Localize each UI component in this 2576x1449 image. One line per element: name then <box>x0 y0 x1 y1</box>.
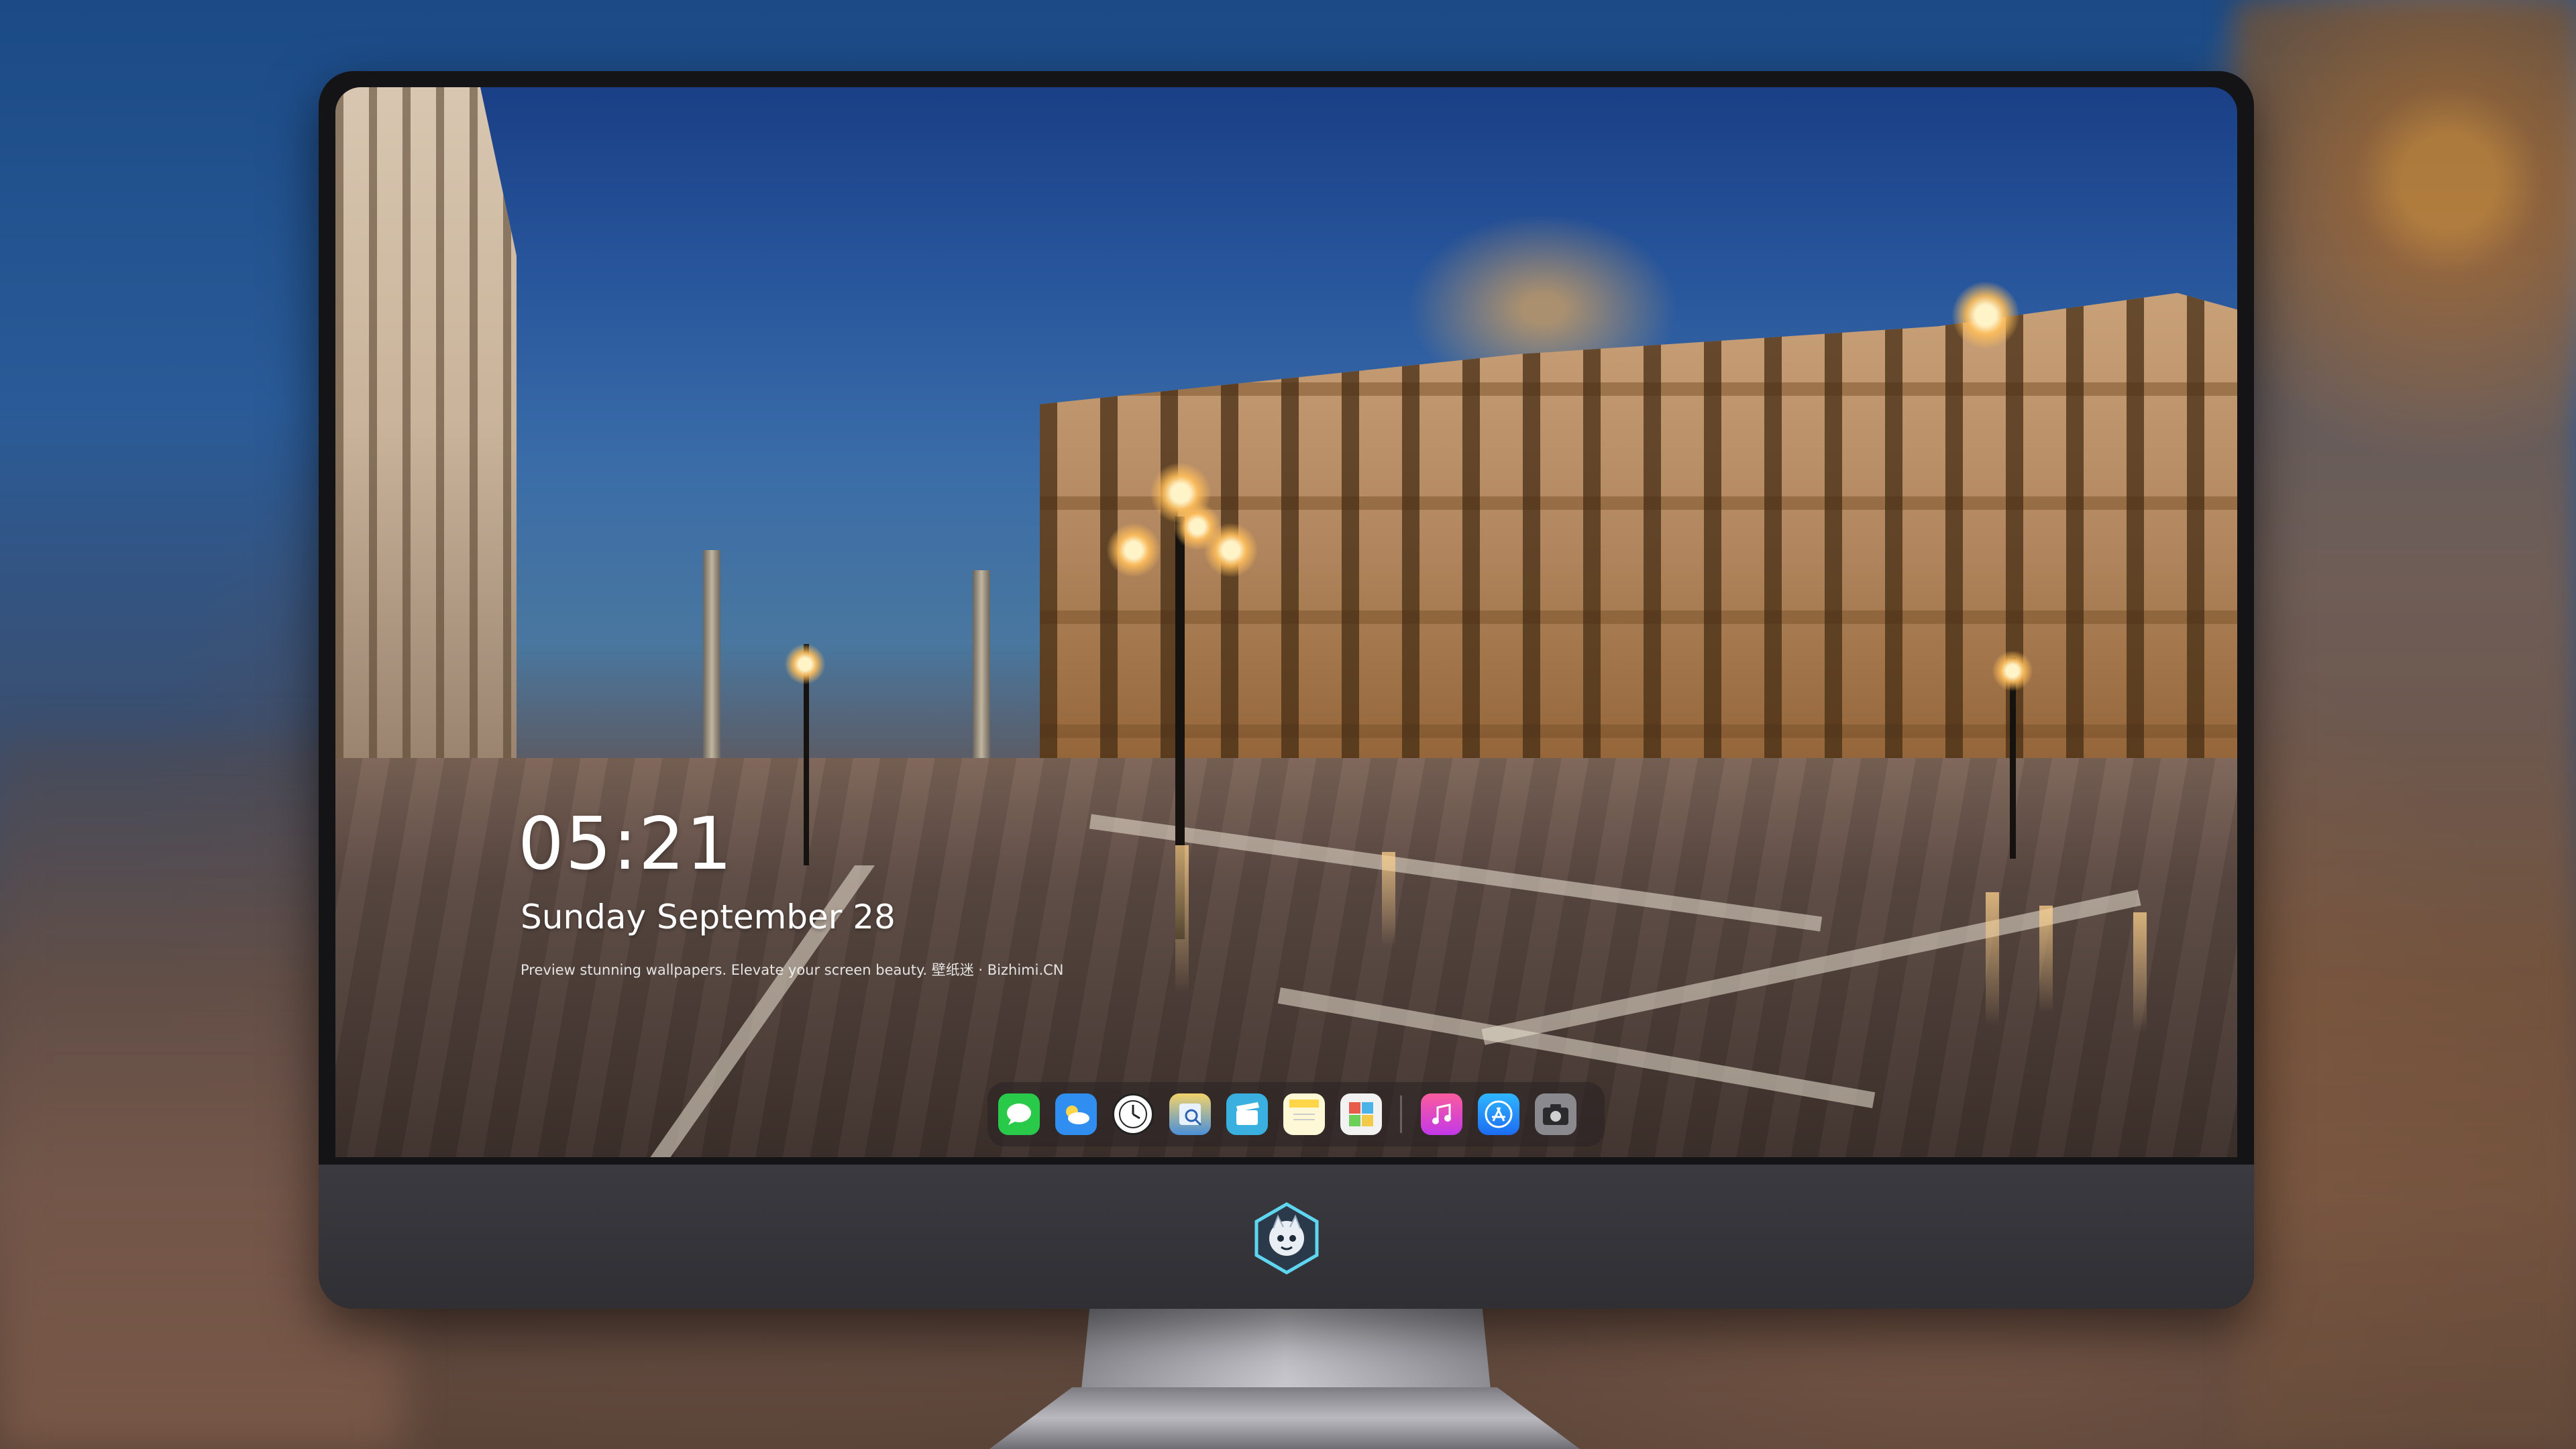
clips-icon[interactable] <box>1226 1093 1268 1135</box>
monitor-stand-neck <box>1081 1309 1491 1389</box>
lamp-glow <box>1992 651 2033 691</box>
lamp-glow <box>1107 523 1161 577</box>
monitor-stand-base <box>989 1387 1580 1449</box>
dock-separator <box>1400 1095 1402 1133</box>
light-reflection <box>2133 912 2147 1033</box>
light-reflection <box>2039 906 2053 1013</box>
lock-screen-date: Sunday September 28 <box>521 898 896 936</box>
lock-screen[interactable]: 05:21 Sunday September 28 Preview stunni… <box>335 87 2237 1157</box>
preview-icon[interactable] <box>1169 1093 1211 1135</box>
photo-booth-icon[interactable] <box>1340 1093 1382 1135</box>
light-reflection <box>1986 892 1999 1026</box>
wallpaper-building-left <box>335 87 517 761</box>
weather-icon[interactable] <box>1055 1093 1097 1135</box>
monitor: 05:21 Sunday September 28 Preview stunni… <box>319 71 2254 1309</box>
notes-icon[interactable] <box>1283 1093 1325 1135</box>
wallpaper-tagline: Preview stunning wallpapers. Elevate you… <box>521 962 1064 978</box>
lamp-glow <box>1952 282 2019 349</box>
messages-icon[interactable] <box>998 1093 1040 1135</box>
clock-icon[interactable] <box>1112 1093 1154 1135</box>
monitor-chin <box>319 1165 2254 1309</box>
screenshot-icon[interactable] <box>1535 1093 1576 1135</box>
music-icon[interactable] <box>1421 1093 1462 1135</box>
lamp-glow <box>785 644 825 684</box>
app-store-icon[interactable] <box>1478 1093 1519 1135</box>
lamp-glow <box>1174 503 1221 550</box>
dock <box>987 1082 1605 1146</box>
light-reflection <box>1175 845 1189 993</box>
lock-screen-time: 05:21 <box>518 802 734 886</box>
background-blur-right <box>2234 0 2576 1449</box>
light-reflection <box>1382 852 1395 946</box>
brand-logo-icon <box>1254 1202 1318 1275</box>
